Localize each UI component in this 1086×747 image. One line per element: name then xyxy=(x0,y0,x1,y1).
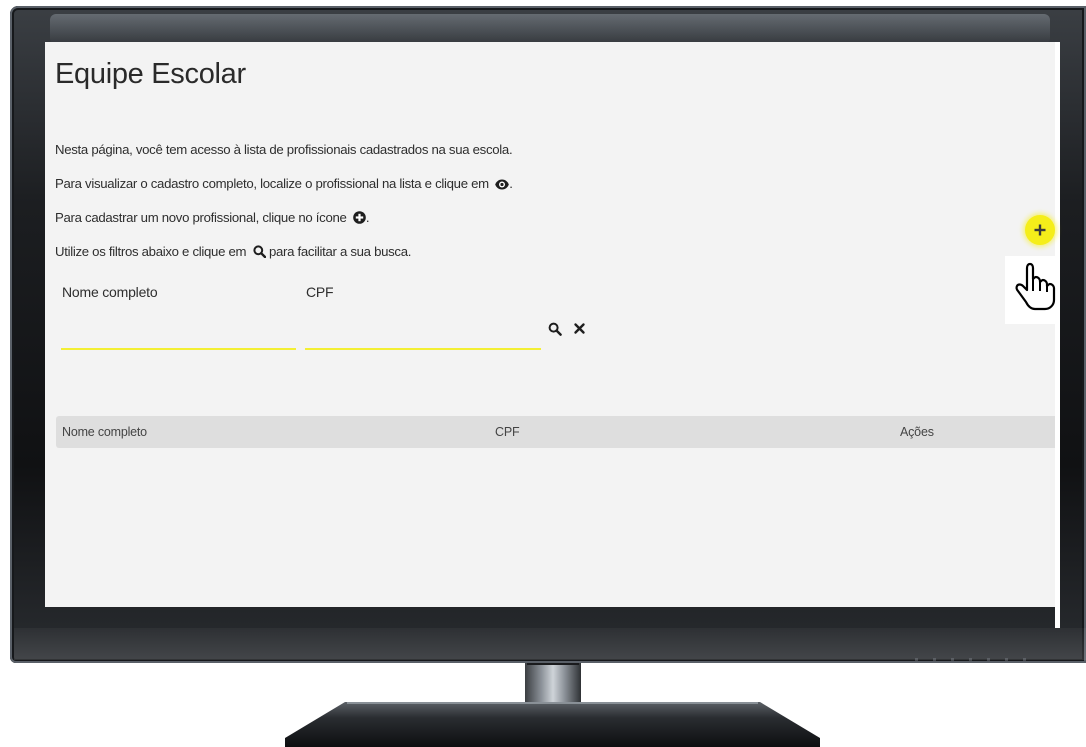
intro-line-text: Nesta página, você tem acesso à lista de… xyxy=(55,142,513,157)
bezel-bottom-strip xyxy=(14,628,1086,660)
monitor-stand-neck xyxy=(525,663,581,705)
screen: Equipe Escolar Nesta página, você tem ac… xyxy=(45,42,1058,607)
cpf-filter-label: CPF xyxy=(306,284,334,300)
table-header: Nome completo CPF Ações xyxy=(56,416,1058,448)
search-icon xyxy=(252,244,266,264)
intro-line-suffix: . xyxy=(365,210,370,225)
column-header-cpf[interactable]: CPF xyxy=(495,425,520,439)
intro-line-text: Utilize os filtros abaixo e clique em xyxy=(55,244,247,259)
eye-icon xyxy=(495,176,510,196)
intro-line-suffix: para facilitar a sua busca. xyxy=(268,244,412,259)
intro-line-text: Para cadastrar um novo profissional, cli… xyxy=(55,210,347,225)
monitor-scene: Equipe Escolar Nesta página, você tem ac… xyxy=(0,0,1086,747)
intro-line-3: Para cadastrar um novo profissional, cli… xyxy=(55,208,513,242)
column-header-name[interactable]: Nome completo xyxy=(62,425,147,439)
column-header-actions: Ações xyxy=(900,425,934,439)
screen-edge xyxy=(1055,42,1060,628)
cursor-overlay xyxy=(1005,256,1060,324)
cpf-filter-input[interactable] xyxy=(305,314,541,350)
plus-icon xyxy=(1034,224,1046,236)
add-professional-button[interactable] xyxy=(1025,215,1055,245)
plus-circle-icon xyxy=(353,210,366,230)
monitor-stand-base xyxy=(285,702,820,747)
close-icon xyxy=(574,323,585,334)
intro-line-text: Para visualizar o cadastro completo, loc… xyxy=(55,176,489,191)
bezel-shine xyxy=(50,14,1050,44)
search-icon xyxy=(548,322,562,336)
intro-line-4: Utilize os filtros abaixo e clique em pa… xyxy=(55,242,513,276)
intro-line-1: Nesta página, você tem acesso à lista de… xyxy=(55,140,513,174)
name-filter-label: Nome completo xyxy=(62,284,158,300)
clear-filters-button[interactable] xyxy=(573,322,589,338)
hand-pointer-icon xyxy=(1015,262,1056,311)
intro-text: Nesta página, você tem acesso à lista de… xyxy=(55,140,513,276)
monitor-stand-joint xyxy=(527,663,579,665)
search-button[interactable] xyxy=(548,322,564,338)
intro-line-2: Para visualizar o cadastro completo, loc… xyxy=(55,174,513,208)
intro-line-suffix: . xyxy=(509,176,513,191)
name-filter-input[interactable] xyxy=(61,314,296,350)
page-title: Equipe Escolar xyxy=(55,58,246,90)
